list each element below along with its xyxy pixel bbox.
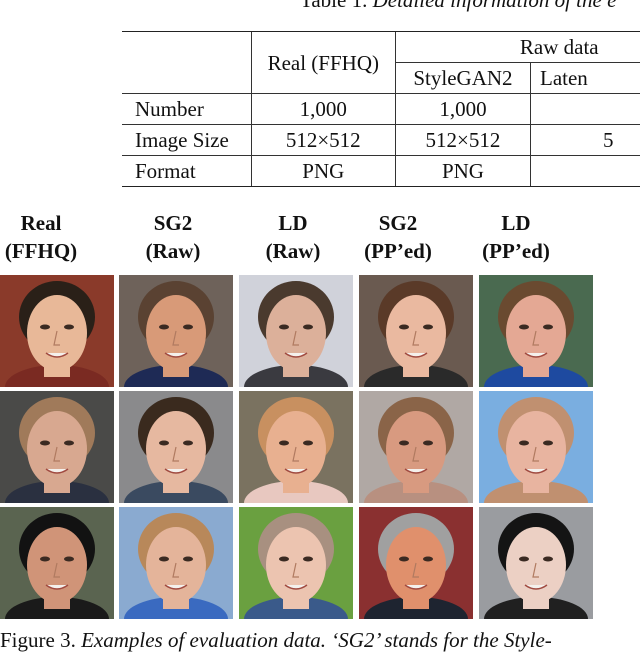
cell-real: 512×512 [251, 125, 395, 156]
face-image-graphic [119, 275, 233, 387]
column-label-real-ffhq: Real (FFHQ) [0, 209, 86, 265]
cell-latent [531, 94, 640, 125]
column-label-sg2-raw: SG2 (Raw) [128, 209, 218, 265]
column-label-line1: LD [468, 209, 564, 237]
face-image-graphic [359, 391, 473, 503]
column-label-ld-raw: LD (Raw) [248, 209, 338, 265]
table-row: Format PNG PNG [122, 156, 640, 187]
face-image-graphic [0, 507, 114, 619]
face-image-graphic [479, 507, 593, 619]
cell-latent: 5 [531, 125, 640, 156]
face-image [0, 391, 114, 503]
face-image [119, 391, 233, 503]
face-image [0, 507, 114, 619]
row-label: Number [122, 94, 251, 125]
column-label-ld-pped: LD (PP’ed) [468, 209, 564, 265]
table-caption-prefix: Table 1. [300, 0, 367, 12]
face-image-graphic [0, 275, 114, 387]
figure-caption-text: Examples of evaluation data. ‘SG2’ stand… [81, 628, 552, 652]
info-table: Real (FFHQ) Raw data StyleGAN2 Laten Num… [122, 31, 640, 187]
face-image-graphic [0, 391, 114, 503]
face-image-graphic [239, 391, 353, 503]
column-label-line2: (PP’ed) [350, 237, 446, 265]
face-image-graphic [359, 275, 473, 387]
face-image [479, 507, 593, 619]
table-caption-text: Detailed information of the e [373, 0, 617, 12]
row-label: Image Size [122, 125, 251, 156]
cell-stylegan2: 1,000 [395, 94, 530, 125]
row-label: Format [122, 156, 251, 187]
column-label-line1: Real [0, 209, 86, 237]
table-header-latent: Laten [531, 63, 640, 94]
table-caption: Table 1. Detailed information of the e [300, 0, 616, 13]
face-image [119, 507, 233, 619]
table-header-raw-data: Raw data [395, 32, 640, 63]
cell-latent [531, 156, 640, 187]
figure-caption-prefix: Figure 3. [0, 628, 76, 652]
column-label-line1: SG2 [350, 209, 446, 237]
table-header-empty [122, 32, 251, 94]
face-image-graphic [119, 391, 233, 503]
cell-real: 1,000 [251, 94, 395, 125]
face-image-graphic [119, 507, 233, 619]
face-image [239, 391, 353, 503]
column-label-line2: (FFHQ) [0, 237, 86, 265]
column-label-line2: (Raw) [248, 237, 338, 265]
face-image [359, 507, 473, 619]
face-image [359, 275, 473, 387]
face-image [479, 275, 593, 387]
face-image [359, 391, 473, 503]
column-label-line1: LD [248, 209, 338, 237]
figure-caption: Figure 3. Examples of evaluation data. ‘… [0, 628, 552, 653]
face-image-graphic [359, 507, 473, 619]
table-row: Number 1,000 1,000 [122, 94, 640, 125]
column-label-line2: (Raw) [128, 237, 218, 265]
cell-real: PNG [251, 156, 395, 187]
table-header-real: Real (FFHQ) [251, 32, 395, 94]
face-image-graphic [239, 507, 353, 619]
face-image [0, 275, 114, 387]
face-image-graphic [479, 275, 593, 387]
table-header-row-1: Real (FFHQ) Raw data [122, 32, 640, 63]
face-image [119, 275, 233, 387]
cell-stylegan2: PNG [395, 156, 530, 187]
column-label-line1: SG2 [128, 209, 218, 237]
face-image-graphic [239, 275, 353, 387]
cell-stylegan2: 512×512 [395, 125, 530, 156]
face-image [239, 275, 353, 387]
face-image-graphic [479, 391, 593, 503]
table-header-stylegan2: StyleGAN2 [395, 63, 530, 94]
column-label-line2: (PP’ed) [468, 237, 564, 265]
column-label-sg2-pped: SG2 (PP’ed) [350, 209, 446, 265]
face-image [479, 391, 593, 503]
face-image [239, 507, 353, 619]
table-row: Image Size 512×512 512×512 5 [122, 125, 640, 156]
